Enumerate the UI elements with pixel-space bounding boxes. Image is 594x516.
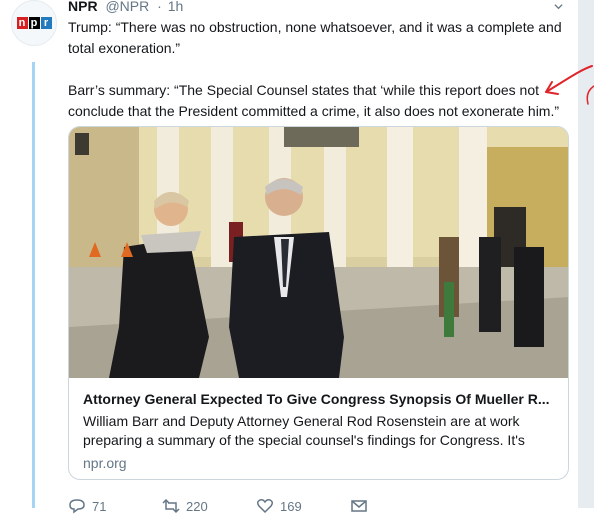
- like-count: 169: [280, 498, 302, 514]
- author-name[interactable]: NPR: [68, 0, 98, 14]
- author-handle[interactable]: @NPR: [105, 0, 149, 14]
- link-card[interactable]: Attorney General Expected To Give Congre…: [68, 126, 569, 480]
- red-arrow-annotation-icon: [545, 65, 594, 105]
- tweet-text: Trump: “There was no obstruction, none w…: [68, 17, 568, 122]
- card-title[interactable]: Attorney General Expected To Give Congre…: [83, 390, 554, 409]
- tweet-actions: 71 220 169: [68, 496, 568, 516]
- heart-icon: [256, 499, 274, 514]
- logo-letter-r: r: [40, 17, 52, 29]
- tweet-time[interactable]: 1h: [168, 0, 184, 14]
- separator-dot: ·: [157, 0, 162, 14]
- tweet-paragraph: Barr’s summary: “The Special Counsel sta…: [68, 82, 560, 119]
- reply-count: 71: [92, 498, 107, 514]
- message-button[interactable]: [350, 496, 444, 516]
- logo-letter-p: p: [28, 17, 40, 29]
- avatar[interactable]: n p r: [11, 0, 57, 46]
- thread-line: [32, 62, 35, 508]
- tweet-header: NPR @NPR · 1h: [68, 0, 183, 15]
- like-button[interactable]: 169: [256, 496, 350, 516]
- envelope-icon: [351, 500, 367, 512]
- retweet-icon: [162, 498, 180, 514]
- tweet-paragraph: Trump: “There was no obstruction, none w…: [68, 19, 562, 56]
- retweet-count: 220: [186, 498, 208, 514]
- card-description: William Barr and Deputy Attorney General…: [83, 413, 525, 448]
- card-domain[interactable]: npr.org: [83, 454, 554, 473]
- chevron-down-icon[interactable]: [554, 2, 563, 11]
- card-image: [69, 127, 568, 378]
- retweet-button[interactable]: 220: [162, 496, 256, 516]
- reply-button[interactable]: 71: [68, 496, 162, 516]
- npr-logo: n p r: [16, 17, 52, 29]
- reply-icon: [69, 499, 85, 514]
- logo-letter-n: n: [16, 17, 28, 29]
